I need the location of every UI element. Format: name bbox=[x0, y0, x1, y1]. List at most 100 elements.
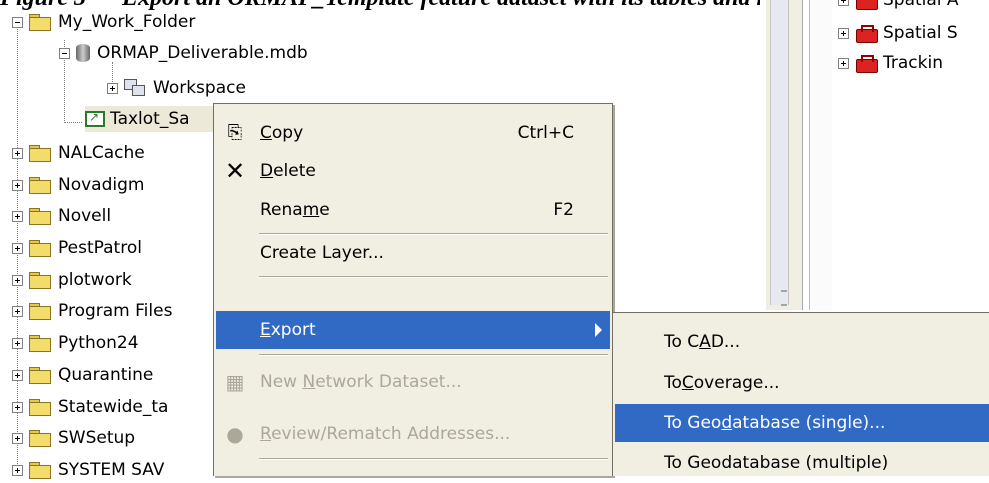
menu-item-to-geodatabase-single[interactable]: To Geo d atabase (single)... bbox=[615, 404, 989, 442]
toolbox-icon bbox=[855, 54, 878, 73]
tree-item-folder[interactable]: plotwork bbox=[12, 267, 132, 293]
tree-item-folder[interactable]: Python24 bbox=[12, 330, 139, 356]
collapse-icon[interactable] bbox=[59, 47, 70, 59]
expand-icon[interactable] bbox=[12, 242, 23, 254]
tree-item-folder[interactable]: Program Files bbox=[12, 298, 172, 324]
expand-icon[interactable] bbox=[12, 464, 23, 476]
collapse-icon[interactable] bbox=[12, 16, 23, 28]
tree-item-folder[interactable]: SYSTEM SAV bbox=[12, 457, 164, 483]
expand-icon[interactable] bbox=[12, 210, 23, 222]
tree-item-label: NALCache bbox=[58, 143, 145, 163]
folder-icon bbox=[29, 271, 51, 289]
menu-item-review-rematch: ● Review/Rematch Addresses... bbox=[216, 415, 610, 453]
table-icon bbox=[85, 110, 105, 127]
expand-icon[interactable] bbox=[838, 27, 849, 39]
tree-item-label: Program Files bbox=[58, 301, 173, 321]
folder-icon bbox=[29, 239, 51, 257]
menu-item-label: atabase (single)... bbox=[732, 413, 886, 433]
menu-item-label: A bbox=[699, 332, 711, 352]
toolbox-label: Trackin bbox=[883, 53, 943, 73]
expand-icon[interactable] bbox=[12, 274, 23, 286]
menu-item-label: New Network Dataset... bbox=[260, 372, 462, 392]
expand-icon[interactable] bbox=[838, 0, 849, 6]
expand-icon[interactable] bbox=[838, 57, 849, 69]
menu-item-label: To C bbox=[664, 332, 700, 352]
toolbox-item[interactable]: Trackin bbox=[838, 50, 943, 76]
expand-icon[interactable] bbox=[12, 305, 23, 317]
expand-icon[interactable] bbox=[12, 337, 23, 349]
menu-item-label: To bbox=[664, 373, 682, 393]
scrollbar-grip-icon[interactable] bbox=[781, 290, 787, 306]
tree-item-label: SWSetup bbox=[58, 428, 136, 448]
menu-item-to-cad[interactable]: To C A D... bbox=[615, 323, 989, 361]
tree-item-folder[interactable]: Novell bbox=[12, 203, 111, 229]
toolbox-item[interactable]: Spatial S bbox=[838, 20, 958, 46]
submenu-arrow-icon bbox=[595, 323, 602, 337]
folder-icon bbox=[29, 176, 51, 194]
menu-item-rename[interactable]: Rename F2 bbox=[216, 191, 610, 229]
folder-icon bbox=[29, 207, 51, 225]
tree-item-label: PestPatrol bbox=[58, 238, 142, 258]
tree-line bbox=[64, 122, 82, 123]
menu-icon-spacer bbox=[224, 319, 246, 341]
menu-separator bbox=[259, 276, 608, 278]
expand-icon[interactable] bbox=[12, 401, 23, 413]
menu-item-label: To Geo bbox=[664, 413, 722, 433]
expand-icon[interactable] bbox=[12, 147, 23, 159]
menu-shortcut: Ctrl+C bbox=[517, 123, 574, 143]
folder-icon bbox=[29, 429, 51, 447]
menu-item-label: Review/Rematch Addresses... bbox=[260, 424, 511, 444]
folder-icon bbox=[29, 13, 51, 31]
menu-item-label: Delete bbox=[260, 161, 316, 181]
menu-item-label: C bbox=[681, 373, 694, 393]
folder-icon bbox=[29, 334, 51, 352]
tree-item-folder[interactable]: NALCache bbox=[12, 140, 145, 166]
expand-icon[interactable] bbox=[12, 179, 23, 191]
tree-item-label: Taxlot_Sa bbox=[110, 109, 190, 129]
menu-item-create-layer[interactable]: Create Layer... bbox=[216, 234, 610, 272]
tree-item-label: SYSTEM SAV bbox=[58, 460, 165, 480]
menu-item-label: D... bbox=[710, 332, 741, 352]
toolbox-item[interactable]: Spatial A bbox=[838, 0, 959, 13]
toolbox-icon bbox=[855, 24, 878, 43]
folder-icon bbox=[29, 398, 51, 416]
toolbox-icon bbox=[855, 0, 878, 10]
menu-icon-spacer bbox=[224, 199, 246, 221]
expand-icon[interactable] bbox=[12, 432, 23, 444]
network-grid-icon: ▦ bbox=[225, 370, 245, 394]
menu-item-label: To Geodatabase (multiple) bbox=[664, 453, 889, 473]
tree-item-folder[interactable]: Quarantine bbox=[12, 362, 153, 388]
menu-item-to-coverage[interactable]: To Coverage... bbox=[615, 364, 989, 402]
menu-item-export[interactable]: Export bbox=[216, 311, 610, 349]
menu-item-copy[interactable]: ⎘ Copy Ctrl+C bbox=[216, 114, 610, 152]
expand-icon[interactable] bbox=[107, 82, 118, 94]
tree-item-folder[interactable]: PestPatrol bbox=[12, 235, 142, 261]
menu-item-label: Copy bbox=[260, 123, 304, 143]
menu-item-to-geodatabase-multiple[interactable]: To Geodatabase (multiple) bbox=[615, 444, 989, 482]
tree-item-label: Novadigm bbox=[58, 175, 145, 195]
tree-item-ormap-deliverable[interactable]: ORMAP_Deliverable.mdb bbox=[59, 40, 308, 66]
menu-item-label: Export bbox=[260, 320, 316, 340]
expand-icon[interactable] bbox=[12, 369, 23, 381]
folder-icon bbox=[29, 302, 51, 320]
context-menu: ⎘ Copy Ctrl+C ✕ Delete Rename F2 Create … bbox=[213, 103, 613, 476]
copy-icon: ⎘ bbox=[227, 122, 243, 143]
menu-separator bbox=[259, 354, 608, 356]
menu-item-label: d bbox=[721, 413, 733, 433]
tree-item-label: Workspace bbox=[153, 78, 246, 98]
tree-item-label: Quarantine bbox=[58, 365, 154, 385]
tree-item-label: ORMAP_Deliverable.mdb bbox=[97, 43, 308, 63]
workspace-icon bbox=[124, 79, 146, 97]
tree-item-label: plotwork bbox=[58, 270, 132, 290]
tree-item-folder[interactable]: Novadigm bbox=[12, 172, 144, 198]
menu-item-label: Rename bbox=[260, 200, 330, 220]
tree-item-folder[interactable]: Statewide_ta bbox=[12, 394, 168, 420]
toolbox-list: Spatial A Spatial S Trackin bbox=[832, 0, 989, 310]
menu-icon-spacer bbox=[224, 242, 246, 264]
panel-border bbox=[809, 0, 832, 310]
menu-item-delete[interactable]: ✕ Delete bbox=[216, 152, 610, 190]
tree-item-my-work-folder[interactable]: My_Work_Folder bbox=[12, 9, 195, 35]
tree-item-workspace[interactable]: Workspace bbox=[107, 75, 246, 101]
tree-item-folder[interactable]: SWSetup bbox=[12, 425, 135, 451]
vertical-scrollbar[interactable] bbox=[770, 0, 789, 306]
